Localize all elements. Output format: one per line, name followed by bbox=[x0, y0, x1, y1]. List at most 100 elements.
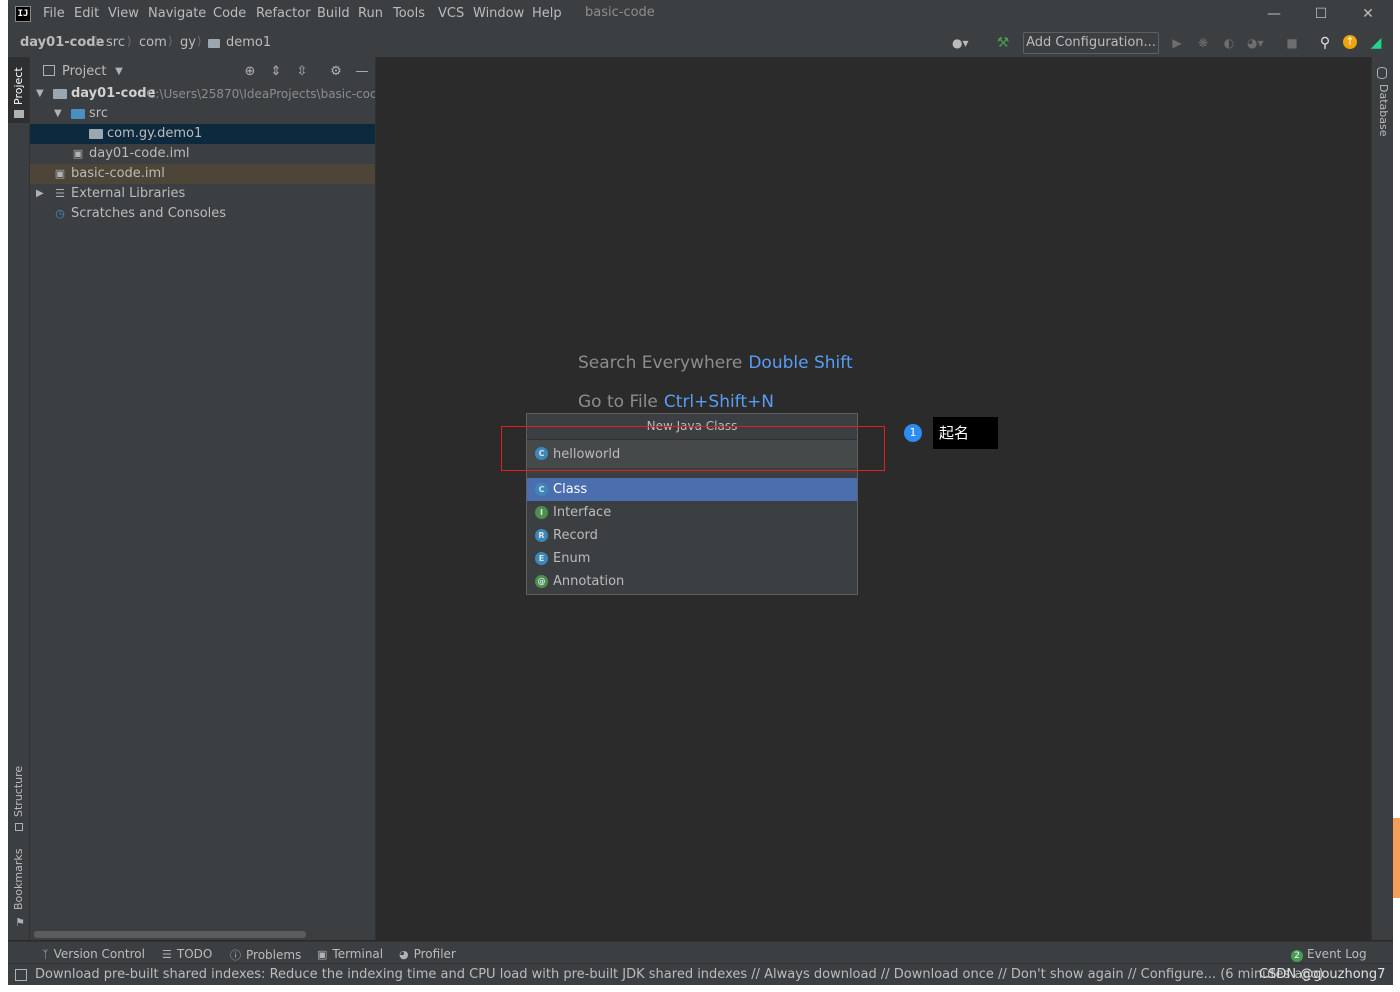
status-message[interactable]: Download pre-built shared indexes: Reduc… bbox=[35, 967, 1324, 982]
window-title: basic-code bbox=[585, 5, 655, 20]
gear-icon[interactable]: ⚙ bbox=[328, 64, 344, 80]
terminal-icon: ▣ bbox=[317, 948, 328, 961]
menu-refactor[interactable]: Refactor bbox=[256, 6, 311, 21]
breadcrumb-com[interactable]: com bbox=[139, 35, 167, 50]
title-bar: IJ File Edit View Navigate Code Refactor… bbox=[8, 0, 1393, 29]
project-folder-icon bbox=[14, 110, 24, 118]
tab-problems[interactable]: ⓘ Problems bbox=[230, 947, 301, 963]
record-icon: R bbox=[535, 529, 548, 542]
maximize-icon[interactable]: ☐ bbox=[1309, 3, 1333, 25]
debug-icon[interactable]: ❋ bbox=[1195, 35, 1211, 51]
build-hammer-icon[interactable]: ⚒ bbox=[995, 35, 1011, 51]
coverage-icon[interactable]: ◐ bbox=[1221, 35, 1237, 51]
tree-item-label: Scratches and Consoles bbox=[71, 206, 227, 221]
tree-item-path: C:\Users\25870\IdeaProjects\basic-code\d… bbox=[147, 87, 375, 101]
iml-file-icon: ▣ bbox=[72, 147, 84, 160]
annotation-icon: @ bbox=[535, 575, 548, 588]
tree-item-day01-code[interactable]: ▼ day01-code C:\Users\25870\IdeaProjects… bbox=[30, 84, 375, 104]
bookmarks-tool-tab[interactable]: Bookmarks bbox=[12, 849, 25, 910]
chevron-right-icon[interactable]: ▶ bbox=[36, 184, 44, 204]
kind-option-annotation[interactable]: @ Annotation bbox=[527, 570, 857, 593]
source-folder-icon bbox=[71, 109, 85, 119]
go-to-file-hint: Go to File Ctrl+Shift+N bbox=[578, 392, 774, 412]
tab-label: Event Log bbox=[1307, 947, 1367, 961]
left-tool-stripe: Project Structure Bookmarks ⚑ bbox=[8, 57, 30, 940]
breadcrumb-project[interactable]: day01-code bbox=[20, 35, 104, 50]
menu-run[interactable]: Run bbox=[358, 6, 383, 21]
database-tool-tab[interactable]: Database bbox=[1377, 84, 1390, 137]
menu-file[interactable]: File bbox=[43, 6, 65, 21]
breadcrumb-src[interactable]: src bbox=[106, 35, 125, 50]
hint-action: Search Everywhere bbox=[578, 353, 743, 373]
search-icon[interactable]: ⚲ bbox=[1317, 35, 1333, 51]
breadcrumb-separator: ⟩ bbox=[127, 34, 132, 48]
close-icon[interactable]: ✕ bbox=[1356, 3, 1380, 25]
tab-profiler[interactable]: ◕ Profiler bbox=[399, 947, 456, 961]
project-panel-title[interactable]: Project bbox=[62, 64, 106, 79]
tree-item-basic-iml[interactable]: ▣ basic-code.iml bbox=[30, 164, 375, 184]
menu-edit[interactable]: Edit bbox=[74, 6, 99, 21]
tree-item-label: basic-code.iml bbox=[71, 166, 165, 181]
tab-label: Terminal bbox=[332, 947, 384, 961]
breadcrumb-separator: ⟩ bbox=[197, 34, 202, 48]
stop-icon[interactable]: ■ bbox=[1284, 35, 1300, 51]
menu-build[interactable]: Build bbox=[317, 6, 350, 21]
tree-item-scratches[interactable]: ◷ Scratches and Consoles bbox=[30, 204, 375, 224]
menu-window[interactable]: Window bbox=[473, 6, 524, 21]
menu-help[interactable]: Help bbox=[532, 6, 562, 21]
tab-label: Problems bbox=[246, 948, 302, 962]
kind-option-interface[interactable]: I Interface bbox=[527, 501, 857, 524]
tree-item-src[interactable]: ▼ src bbox=[30, 104, 375, 124]
chevron-down-icon[interactable]: ▼ bbox=[54, 104, 62, 124]
tab-terminal[interactable]: ▣ Terminal bbox=[317, 947, 383, 961]
tab-version-control[interactable]: ᛉ Version Control bbox=[42, 947, 145, 961]
list-icon: ☰ bbox=[162, 948, 172, 961]
library-icon: ☰ bbox=[55, 187, 65, 200]
tree-item-package[interactable]: com.gy.demo1 bbox=[30, 124, 375, 144]
breadcrumb-demo1[interactable]: demo1 bbox=[226, 35, 271, 50]
menu-navigate[interactable]: Navigate bbox=[148, 6, 206, 21]
kind-label: Record bbox=[553, 528, 598, 543]
profiler-icon: ◕ bbox=[399, 948, 409, 961]
kind-label: Annotation bbox=[553, 574, 625, 589]
ide-window: IJ File Edit View Navigate Code Refactor… bbox=[8, 0, 1393, 985]
kind-label: Enum bbox=[553, 551, 591, 566]
tree-item-label: External Libraries bbox=[71, 186, 186, 201]
background-page-left bbox=[0, 0, 8, 992]
tree-item-day01-iml[interactable]: ▣ day01-code.iml bbox=[30, 144, 375, 164]
kind-label: Interface bbox=[553, 505, 612, 520]
add-configuration-button[interactable]: Add Configuration... bbox=[1023, 32, 1159, 54]
database-icon bbox=[1377, 67, 1387, 79]
tab-todo[interactable]: ☰ TODO bbox=[162, 947, 212, 961]
chevron-down-icon[interactable]: ▼ bbox=[111, 64, 127, 80]
jetbrains-toolbox-icon[interactable]: ◢ bbox=[1368, 35, 1384, 51]
tab-event-log[interactable]: 2 Event Log bbox=[1291, 947, 1367, 962]
tree-item-external-libraries[interactable]: ▶ ☰ External Libraries bbox=[30, 184, 375, 204]
run-icon[interactable]: ▶ bbox=[1169, 35, 1185, 51]
kind-option-record[interactable]: R Record bbox=[527, 524, 857, 547]
collapse-all-icon[interactable]: ⇳ bbox=[294, 64, 310, 80]
menu-vcs[interactable]: VCS bbox=[438, 6, 464, 21]
kind-option-class[interactable]: C Class bbox=[527, 478, 857, 501]
horizontal-scrollbar[interactable] bbox=[34, 931, 306, 938]
menu-view[interactable]: View bbox=[108, 6, 139, 21]
status-bar: Download pre-built shared indexes: Reduc… bbox=[8, 963, 1393, 985]
structure-tool-tab[interactable]: Structure bbox=[12, 766, 25, 817]
user-icon[interactable]: ●▾ bbox=[952, 35, 969, 51]
update-icon[interactable]: ↑ bbox=[1343, 35, 1357, 49]
locate-file-icon[interactable]: ⊕ bbox=[242, 64, 258, 80]
menu-tools[interactable]: Tools bbox=[393, 6, 425, 21]
chevron-down-icon[interactable]: ▼ bbox=[36, 84, 44, 104]
hide-panel-icon[interactable]: — bbox=[354, 64, 370, 80]
menu-code[interactable]: Code bbox=[213, 6, 246, 21]
expand-all-icon[interactable]: ⇕ bbox=[268, 64, 284, 80]
minimize-icon[interactable]: — bbox=[1262, 3, 1286, 25]
kind-option-enum[interactable]: E Enum bbox=[527, 547, 857, 570]
profile-icon[interactable]: ◕▾ bbox=[1247, 35, 1264, 51]
breadcrumb-gy[interactable]: gy bbox=[180, 35, 196, 50]
status-toggle-icon[interactable] bbox=[15, 969, 27, 981]
project-tool-tab[interactable]: Project bbox=[12, 67, 25, 105]
background-decoration bbox=[1392, 818, 1400, 898]
iml-file-icon: ▣ bbox=[54, 167, 66, 180]
branch-icon: ᛉ bbox=[42, 948, 49, 961]
